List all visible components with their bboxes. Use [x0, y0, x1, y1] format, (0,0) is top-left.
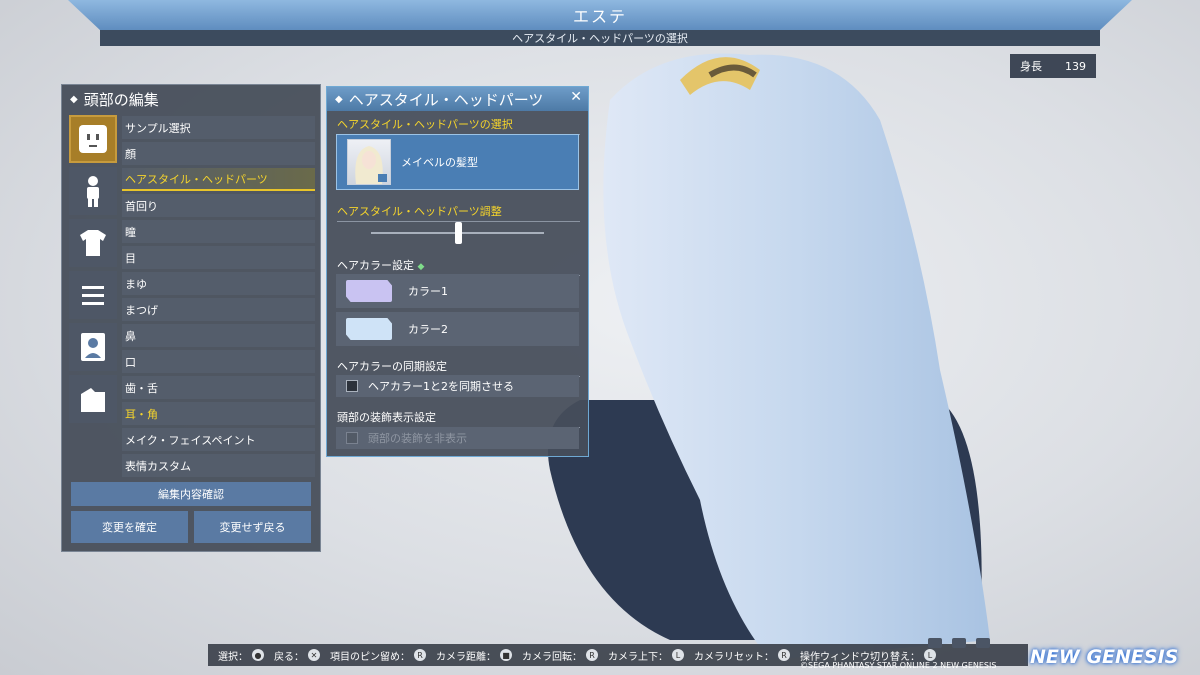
menu-item[interactable]: まつげ: [122, 298, 315, 321]
category-face[interactable]: [69, 115, 117, 163]
hairstyle-panel: ◆ ヘアスタイル・ヘッドパーツ ✕ ヘアスタイル・ヘッドパーツの選択 メイベルの…: [326, 86, 589, 457]
menu-item[interactable]: 表情カスタム: [122, 454, 315, 477]
height-label: 身長: [1020, 60, 1042, 73]
color1-label: カラー1: [408, 285, 448, 298]
category-accessories[interactable]: [69, 375, 117, 423]
header-bar: エステ: [68, 0, 1132, 30]
cross-button-icon: ✕: [308, 649, 320, 661]
color-sync-label: ヘアカラー1と2を同期させる: [368, 380, 514, 393]
header-subtitle: ヘアスタイル・ヘッドパーツの選択: [100, 30, 1100, 46]
hint-select: 選択：: [218, 651, 248, 663]
hair-adjust-section: ヘアスタイル・ヘッドパーツ調整: [337, 203, 580, 222]
discard-changes-button[interactable]: 変更せず戻る: [194, 511, 311, 543]
height-badge: 身長 139: [1010, 54, 1096, 78]
decor-display-section: 頭部の装飾表示設定: [337, 409, 580, 428]
apply-changes-label: 変更を確定: [102, 521, 157, 534]
stick-icon: R: [586, 649, 598, 661]
hair-thumbnail-image: [355, 146, 387, 184]
hint-camera-updown: カメラ上下：: [608, 651, 668, 663]
menu-lines-icon: [82, 286, 104, 305]
hint-camera-reset: カメラリセット：: [694, 651, 774, 663]
category-body[interactable]: [69, 167, 117, 215]
hairstyle-panel-title: ◆ ヘアスタイル・ヘッドパーツ ✕: [327, 87, 588, 111]
menu-item[interactable]: 歯・舌: [122, 376, 315, 399]
height-value: 139: [1065, 59, 1086, 73]
color1-row[interactable]: カラー1: [336, 274, 579, 308]
decor-hide-row[interactable]: 頭部の装飾を非表示: [336, 427, 579, 449]
category-options[interactable]: [69, 271, 117, 319]
hair-adjust-slider-knob[interactable]: [454, 222, 462, 244]
menu-item[interactable]: メイク・フェイスペイント: [122, 428, 315, 451]
portrait-icon: [81, 333, 105, 361]
color-sync-row[interactable]: ヘアカラー1と2を同期させる: [336, 375, 579, 397]
decor-hide-label: 頭部の装飾を非表示: [368, 432, 467, 445]
hair-thumbnail: [347, 139, 391, 185]
hint-back: 戻る：: [274, 651, 304, 663]
diamond-icon: ◆: [335, 93, 343, 105]
hair-name: メイベルの髪型: [401, 156, 478, 169]
shirt-icon: [80, 230, 106, 256]
category-tabs: [69, 115, 117, 427]
close-icon[interactable]: ✕: [570, 89, 582, 105]
page-title: エステ: [572, 7, 627, 26]
status-icons: [928, 638, 990, 648]
hairstyle-panel-title-text: ヘアスタイル・ヘッドパーツ: [348, 90, 544, 109]
copyright-text: ©SEGA PHANTASY STAR ONLINE 2 NEW GENESIS: [800, 661, 997, 670]
square-button-icon: ■: [500, 649, 512, 661]
page-subtitle: ヘアスタイル・ヘッドパーツの選択: [512, 32, 688, 45]
menu-item[interactable]: 顔: [122, 142, 315, 165]
menu-item[interactable]: サンプル選択: [122, 116, 315, 139]
category-portrait[interactable]: [69, 323, 117, 371]
hint-pin: 項目のピン留め：: [330, 651, 410, 663]
confirm-edit-label: 編集内容確認: [158, 488, 224, 501]
bag-icon: [81, 388, 105, 412]
face-icon: [79, 125, 107, 153]
menu-item[interactable]: 首回り: [122, 194, 315, 217]
l2-button-icon: L: [924, 649, 936, 661]
hair-color-section-label: ヘアカラー設定: [337, 259, 414, 272]
head-edit-title-text: 頭部の編集: [83, 90, 159, 109]
color2-row[interactable]: カラー2: [336, 312, 579, 346]
hair-select-section: ヘアスタイル・ヘッドパーツの選択: [337, 116, 580, 135]
menu-item[interactable]: 口: [122, 350, 315, 373]
hair-select-item[interactable]: メイベルの髪型: [336, 134, 579, 190]
color2-label: カラー2: [408, 323, 448, 336]
menu-item[interactable]: ヘアスタイル・ヘッドパーツ: [122, 168, 315, 191]
stick-icon: L: [672, 649, 684, 661]
menu-item[interactable]: 瞳: [122, 220, 315, 243]
diamond-icon: ◆: [70, 93, 78, 105]
menu-item[interactable]: 耳・角: [122, 402, 315, 425]
gem-icon: ◆: [417, 262, 425, 272]
menu-item[interactable]: まゆ: [122, 272, 315, 295]
l1-icon: [928, 638, 942, 648]
color2-swatch: [346, 318, 392, 340]
head-edit-title: ◆ 頭部の編集: [62, 85, 320, 113]
discard-changes-label: 変更せず戻る: [219, 521, 286, 534]
r1-icon: [952, 638, 966, 648]
stick-icon: R: [778, 649, 790, 661]
category-outfit[interactable]: [69, 219, 117, 267]
character-preview[interactable]: [520, 40, 1040, 675]
apply-changes-button[interactable]: 変更を確定: [71, 511, 188, 543]
game-logo: NEW GENESIS: [1030, 646, 1179, 668]
head-edit-menu: サンプル選択顔ヘアスタイル・ヘッドパーツ 首回り瞳目まゆまつげ鼻口歯・舌耳・角メイ…: [122, 116, 315, 480]
color-sync-checkbox[interactable]: [346, 380, 358, 392]
circle-button-icon: ●: [252, 649, 264, 661]
hint-camera-distance: カメラ距離：: [436, 651, 496, 663]
color1-swatch: [346, 280, 392, 302]
menu-item[interactable]: 鼻: [122, 324, 315, 347]
menu-item[interactable]: 目: [122, 246, 315, 269]
confirm-edit-button[interactable]: 編集内容確認: [71, 482, 311, 506]
decor-hide-checkbox[interactable]: [346, 432, 358, 444]
r3-button-icon: R: [414, 649, 426, 661]
menu-icon: [976, 638, 990, 648]
body-icon: [87, 176, 99, 207]
head-edit-panel: ◆ 頭部の編集 サンプル選択顔ヘアスタイル・ヘッドパーツ 首回り瞳目まゆまつげ鼻口…: [61, 84, 321, 552]
hint-camera-rotate: カメラ回転：: [522, 651, 582, 663]
